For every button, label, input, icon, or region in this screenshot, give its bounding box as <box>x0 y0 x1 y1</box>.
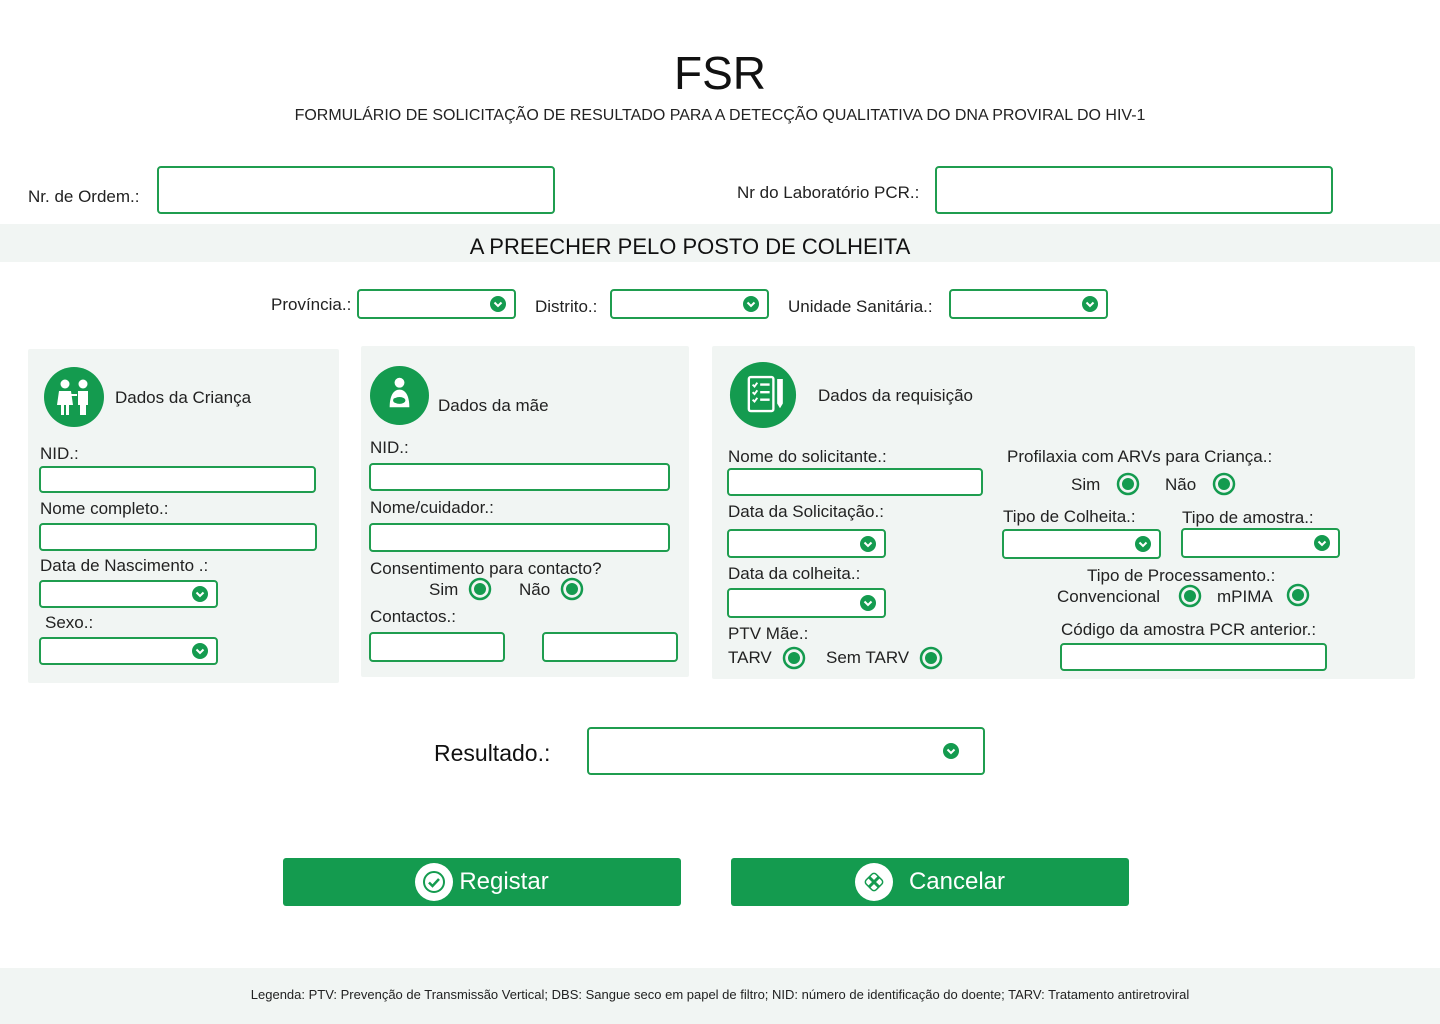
mae-sim-label: Sim <box>429 580 459 599</box>
dropdown-arrow-icon <box>860 535 876 552</box>
profilaxia-nao-label: Não <box>1165 475 1197 494</box>
codigo-input[interactable] <box>1060 643 1327 671</box>
crianca-nid-label: NID.: <box>40 444 79 463</box>
crianca-sexo-select[interactable] <box>39 637 218 665</box>
crianca-sexo-label: Sexo.: <box>45 613 94 632</box>
mae-nao-radio[interactable] <box>560 577 584 601</box>
provincia-label: Província.: <box>271 295 352 314</box>
ordem-label: Nr. de Ordem.: <box>28 187 140 206</box>
crianca-nascimento-select[interactable] <box>39 580 218 608</box>
cancelar-button[interactable]: Cancelar <box>731 858 1129 906</box>
registar-button[interactable]: Registar <box>283 858 681 906</box>
unidade-label: Unidade Sanitária.: <box>788 297 933 316</box>
requisicao-title: Dados da requisição <box>818 386 973 405</box>
dropdown-arrow-icon <box>943 743 959 759</box>
tarv-label: TARV <box>728 648 772 667</box>
mae-nome-input[interactable] <box>369 523 670 552</box>
dropdown-arrow-icon <box>860 595 876 611</box>
sem-tarv-radio[interactable] <box>919 646 943 670</box>
ptv-label: PTV Mãe.: <box>728 624 809 643</box>
mae-title: Dados da mãe <box>438 396 549 415</box>
data-colheita-select[interactable] <box>727 588 886 618</box>
mpima-radio[interactable] <box>1286 583 1310 607</box>
section-banner-text: A PREECHER PELO POSTO DE COLHEITA <box>469 234 911 259</box>
resultado-select[interactable] <box>587 727 985 775</box>
profilaxia-sim-label: Sim <box>1071 475 1101 494</box>
convencional-radio[interactable] <box>1178 584 1202 608</box>
tipo-amostra-label: Tipo de amostra.: <box>1182 508 1314 527</box>
crianca-nome-input[interactable] <box>39 523 317 551</box>
mae-contacto-2-input[interactable] <box>542 632 678 662</box>
resultado-label: Resultado.: <box>434 740 551 766</box>
crianca-nid-input[interactable] <box>39 466 316 493</box>
tipo-colheita-select[interactable] <box>1002 529 1161 559</box>
lab-input[interactable] <box>935 166 1333 214</box>
mpima-label: mPIMA <box>1217 587 1273 606</box>
page-subtitle: FORMULÁRIO DE SOLICITAÇÃO DE RESULTADO P… <box>294 107 1146 124</box>
registar-label: Registar <box>459 868 549 895</box>
mae-nao-label: Não <box>519 580 551 599</box>
unidade-select[interactable] <box>949 289 1108 319</box>
profilaxia-label: Profilaxia com ARVs para Criança.: <box>1007 447 1273 466</box>
dropdown-arrow-icon <box>1314 535 1330 551</box>
mae-nid-label: NID.: <box>370 438 409 457</box>
tarv-radio[interactable] <box>782 646 806 670</box>
cancelar-label: Cancelar <box>908 868 1006 895</box>
provincia-select[interactable] <box>357 289 516 319</box>
profilaxia-nao-radio[interactable] <box>1212 472 1236 496</box>
cancel-icon <box>854 863 893 901</box>
tipo-amostra-select[interactable] <box>1181 528 1340 558</box>
crianca-nome-label: Nome completo.: <box>40 499 169 518</box>
mae-sim-radio[interactable] <box>468 577 492 601</box>
mae-nome-label: Nome/cuidador.: <box>370 498 494 517</box>
dropdown-arrow-icon <box>1082 296 1098 312</box>
tipo-colheita-label: Tipo de Colheita.: <box>1003 507 1136 526</box>
ordem-input[interactable] <box>157 166 555 214</box>
mae-nid-input[interactable] <box>369 463 670 491</box>
solicitante-input[interactable] <box>727 468 983 496</box>
data-colheita-label: Data da colheita.: <box>728 564 861 583</box>
distrito-label: Distrito.: <box>535 297 598 316</box>
crianca-title: Dados da Criança <box>115 388 252 407</box>
convencional-label: Convencional <box>1057 587 1161 606</box>
footer-legenda: Legenda: PTV: Prevenção de Transmissão V… <box>250 987 1190 1002</box>
dropdown-arrow-icon <box>192 643 208 659</box>
clipboard-icon <box>729 361 797 429</box>
mother-icon <box>370 366 429 425</box>
sem-tarv-label: Sem TARV <box>826 648 910 667</box>
dropdown-arrow-icon <box>1135 536 1151 552</box>
codigo-label: Código da amostra PCR anterior.: <box>1061 620 1317 639</box>
dropdown-arrow-icon <box>743 296 759 312</box>
mae-contacto-1-input[interactable] <box>369 632 505 662</box>
mae-contactos-label: Contactos.: <box>370 607 456 626</box>
children-icon <box>44 367 104 427</box>
check-icon <box>415 863 454 901</box>
dropdown-arrow-icon <box>192 586 208 602</box>
crianca-nascimento-label: Data de Nascimento .: <box>40 556 209 575</box>
data-solicitacao-label: Data da Solicitação.: <box>728 502 884 521</box>
dropdown-arrow-icon <box>490 296 506 312</box>
profilaxia-sim-radio[interactable] <box>1116 472 1140 496</box>
data-solicitacao-select[interactable] <box>727 529 886 558</box>
page-title: FSR <box>674 47 766 99</box>
solicitante-label: Nome do solicitante.: <box>728 447 887 466</box>
mae-consentimento-label: Consentimento para contacto? <box>370 559 602 578</box>
lab-label: Nr do Laboratório PCR.: <box>737 183 920 202</box>
tipo-processamento-label: Tipo de Processamento.: <box>1087 566 1276 585</box>
distrito-select[interactable] <box>610 289 769 319</box>
